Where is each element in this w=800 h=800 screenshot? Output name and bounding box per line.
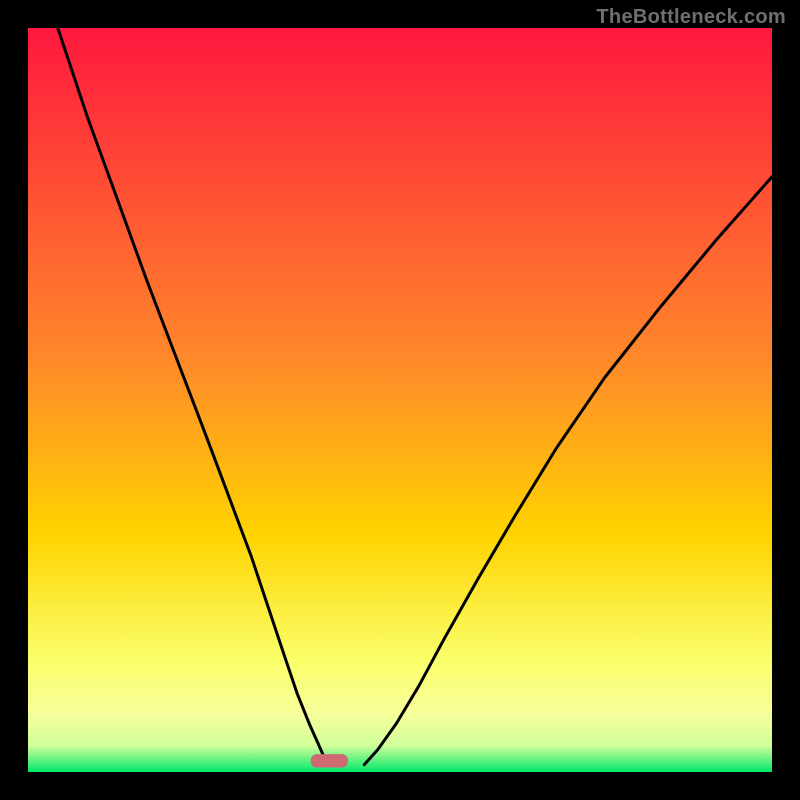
chart-frame: TheBottleneck.com xyxy=(0,0,800,800)
gradient-rect xyxy=(28,28,772,772)
plot-area xyxy=(28,28,772,772)
chart-svg xyxy=(28,28,772,772)
minimum-marker xyxy=(311,754,348,767)
watermark-text: TheBottleneck.com xyxy=(596,6,786,29)
